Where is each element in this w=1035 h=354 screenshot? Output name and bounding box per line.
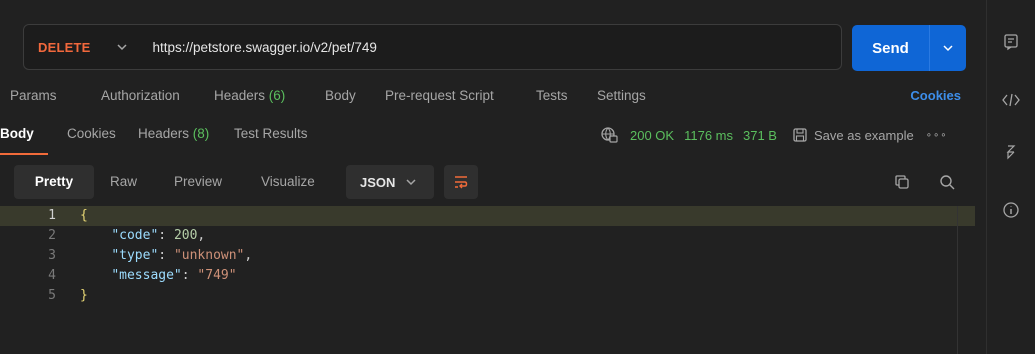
tab-authorization[interactable]: Authorization: [101, 88, 180, 103]
active-tab-underline: [0, 153, 48, 155]
format-tab-pretty[interactable]: Pretty: [14, 165, 94, 199]
code-line: 3 "type": "unknown",: [0, 246, 975, 266]
network-globe-icon[interactable]: [600, 126, 620, 144]
url-input[interactable]: https://petstore.swagger.io/v2/pet/749: [152, 40, 376, 55]
response-tabs: Body Cookies Headers (8) Test Results 20…: [0, 126, 986, 156]
tab-tests[interactable]: Tests: [536, 88, 568, 103]
cookie-transfer-icon[interactable]: [999, 140, 1023, 164]
http-method-select[interactable]: DELETE: [38, 40, 90, 55]
chevron-down-icon: [405, 176, 417, 188]
chevron-down-icon[interactable]: [930, 42, 966, 54]
save-as-example-button[interactable]: Save as example: [792, 127, 914, 143]
response-body-editor[interactable]: 1 { 2 "code": 200, 3 "type": "unknown", …: [0, 206, 975, 354]
tab-body[interactable]: Body: [325, 88, 356, 103]
tab-settings[interactable]: Settings: [597, 88, 646, 103]
format-tab-raw[interactable]: Raw: [98, 165, 149, 199]
code-text: "code": 200,: [111, 228, 206, 243]
line-number: 2: [48, 228, 56, 243]
tab-params[interactable]: Params: [10, 88, 57, 103]
info-icon[interactable]: [999, 198, 1023, 222]
save-icon: [793, 128, 807, 142]
url-bar: DELETE https://petstore.swagger.io/v2/pe…: [23, 24, 842, 70]
cookies-link[interactable]: Cookies: [910, 88, 961, 103]
line-number: 1: [48, 208, 56, 223]
response-tab-cookies[interactable]: Cookies: [67, 126, 116, 141]
tab-pre-request-script[interactable]: Pre-request Script: [385, 88, 494, 103]
code-line: 1 {: [0, 206, 975, 226]
open-brace: {: [80, 208, 88, 223]
format-tab-preview[interactable]: Preview: [162, 165, 234, 199]
request-tabs: Params Authorization Headers (6) Body Pr…: [0, 88, 986, 110]
close-brace: }: [80, 288, 88, 303]
request-panel: DELETE https://petstore.swagger.io/v2/pe…: [0, 0, 986, 354]
response-tab-headers[interactable]: Headers (8): [138, 126, 209, 141]
language-select-value: JSON: [360, 174, 396, 190]
line-number: 5: [48, 288, 56, 303]
code-line: 4 "message": "749": [0, 266, 975, 286]
comment-icon[interactable]: [999, 30, 1023, 54]
tab-headers[interactable]: Headers (6): [214, 88, 285, 103]
code-text: "type": "unknown",: [111, 248, 253, 263]
response-status: 200 OK 1176 ms 371 B Save as example ∘∘∘: [600, 126, 948, 144]
more-options-icon[interactable]: ∘∘∘: [926, 130, 948, 141]
send-button-label: Send: [872, 39, 909, 57]
chevron-down-icon[interactable]: [116, 40, 130, 54]
status-code[interactable]: 200 OK: [630, 128, 674, 143]
line-number: 3: [48, 248, 56, 263]
save-as-example-label: Save as example: [813, 127, 914, 143]
language-select[interactable]: JSON: [346, 165, 434, 199]
code-line: 2 "code": 200,: [0, 226, 975, 246]
search-icon[interactable]: [938, 173, 956, 191]
send-button[interactable]: Send: [852, 25, 966, 71]
format-tab-visualize[interactable]: Visualize: [249, 165, 327, 199]
response-size[interactable]: 371 B: [743, 128, 777, 143]
code-text: "message": "749": [111, 268, 237, 283]
editor-scrollbar[interactable]: [957, 206, 958, 354]
code-icon[interactable]: [999, 88, 1023, 112]
response-format-toolbar: Pretty Raw Preview Visualize JSON: [0, 165, 986, 199]
line-number: 4: [48, 268, 56, 283]
copy-icon[interactable]: [893, 173, 911, 191]
response-time[interactable]: 1176 ms: [684, 128, 733, 143]
response-tab-body[interactable]: Body: [0, 126, 34, 141]
response-tab-test-results[interactable]: Test Results: [234, 126, 308, 141]
code-line: 5 }: [0, 286, 975, 306]
right-sidebar: [986, 0, 1035, 354]
word-wrap-icon[interactable]: [444, 165, 478, 199]
